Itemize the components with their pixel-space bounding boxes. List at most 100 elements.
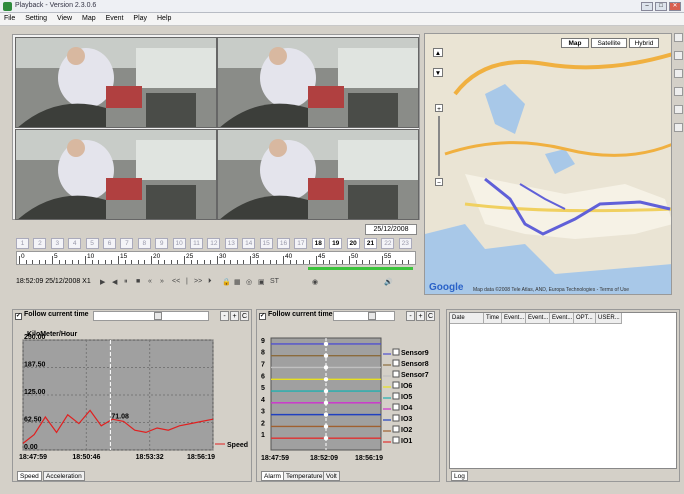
log-table[interactable]: Date Time Event... Event... Event... OPT... US…	[449, 312, 677, 469]
frame-button[interactable]: |	[186, 278, 188, 285]
tool-icon-4[interactable]	[674, 87, 683, 96]
menu-setting[interactable]: Setting	[21, 13, 51, 22]
st-button[interactable]: ST	[270, 278, 279, 285]
day-button[interactable]: 20	[346, 238, 360, 249]
play-button[interactable]: ▶	[100, 278, 105, 286]
map-type-hybrid[interactable]: Hybrid	[629, 38, 659, 48]
google-logo: Google	[429, 282, 464, 293]
menu-help[interactable]: Help	[153, 13, 175, 22]
log-column-header[interactable]: Event...	[550, 313, 574, 324]
io-time-scrollbar[interactable]	[333, 311, 395, 321]
grid-icon[interactable]: ▦	[234, 278, 241, 286]
zoom-minus-button[interactable]: -	[406, 311, 415, 321]
map-pane[interactable]: Map Satellite Hybrid ▲ ▼ + − Google Map …	[424, 33, 672, 295]
step-back-button[interactable]: <<	[172, 278, 180, 285]
record-icon[interactable]: ◉	[312, 278, 318, 286]
log-column-header[interactable]: Time	[484, 313, 502, 324]
zoom-slider[interactable]	[438, 116, 440, 176]
next-button[interactable]: ⏵	[208, 278, 212, 286]
tool-icon-3[interactable]	[674, 69, 683, 78]
day-button[interactable]: 23	[398, 238, 412, 249]
day-button[interactable]: 21	[364, 238, 377, 249]
date-field[interactable]: 25/12/2008	[365, 224, 417, 235]
day-button[interactable]: 12	[207, 238, 221, 249]
slow-button[interactable]: «	[148, 278, 152, 285]
log-column-header[interactable]: Event...	[526, 313, 550, 324]
camera-view-2[interactable]	[217, 37, 419, 128]
zoom-plus-button[interactable]: +	[230, 311, 239, 321]
tab-log[interactable]: Log	[451, 471, 468, 481]
menu-event[interactable]: Event	[102, 13, 128, 22]
scroll-thumb[interactable]	[154, 312, 162, 320]
log-column-header[interactable]: Event...	[502, 313, 526, 324]
zoom-out-button[interactable]: −	[435, 178, 443, 187]
close-button[interactable]: ✕	[669, 2, 681, 11]
day-button[interactable]: 3	[50, 238, 64, 249]
step-forward-button[interactable]: >>	[194, 278, 202, 285]
log-column-header[interactable]: OPT...	[574, 313, 596, 324]
pan-down-button[interactable]: ▼	[433, 68, 443, 77]
follow-checkbox[interactable]: ✓	[259, 313, 266, 320]
y-tick-label: 250.00	[24, 334, 46, 341]
day-button[interactable]: 10	[172, 238, 186, 249]
camera-view-4[interactable]	[217, 129, 419, 220]
day-button[interactable]: 7	[120, 238, 134, 249]
tool-icon-5[interactable]	[674, 105, 683, 114]
tool-icon-6[interactable]	[674, 123, 683, 132]
maximize-button[interactable]: □	[655, 2, 667, 11]
tab-speed[interactable]: Speed	[17, 471, 42, 481]
volume-icon[interactable]: 🔊	[384, 278, 393, 286]
menu-play[interactable]: Play	[129, 13, 151, 22]
day-button[interactable]: 8	[137, 238, 151, 249]
log-column-header[interactable]: USER...	[596, 313, 622, 324]
ring-icon[interactable]: ◎	[246, 278, 252, 286]
lock-icon[interactable]: 🔒	[222, 278, 231, 286]
minimize-button[interactable]: –	[641, 2, 653, 11]
tool-icon-2[interactable]	[674, 51, 683, 60]
day-button[interactable]: 6	[103, 238, 116, 249]
day-button[interactable]: 22	[381, 238, 395, 249]
timeline-ruler[interactable]: 0 5 10 15 20 25 30 35 40 45 50 55	[16, 251, 416, 265]
zoom-reset-button[interactable]: C	[426, 311, 435, 321]
day-button[interactable]: 16	[277, 238, 290, 249]
log-column-header[interactable]: Date	[450, 313, 484, 324]
pan-up-button[interactable]: ▲	[433, 48, 443, 57]
tab-temperature[interactable]: Temperature	[283, 471, 326, 481]
tab-alarm[interactable]: Alarm	[261, 471, 284, 481]
fast-button[interactable]: »	[160, 278, 164, 285]
snapshot-icon[interactable]: ▣	[258, 278, 265, 286]
speed-time-scrollbar[interactable]	[93, 311, 209, 321]
menu-view[interactable]: View	[53, 13, 76, 22]
day-button[interactable]: 19	[329, 238, 343, 249]
camera-view-3[interactable]	[15, 129, 217, 220]
scroll-thumb[interactable]	[368, 312, 376, 320]
camera-view-1[interactable]	[15, 37, 217, 128]
day-button[interactable]: 17	[294, 238, 308, 249]
tool-icon-1[interactable]	[674, 33, 683, 42]
reverse-button[interactable]: ◀	[112, 278, 117, 286]
day-button[interactable]: 2	[33, 238, 47, 249]
stop-button[interactable]: ■	[136, 278, 140, 285]
day-button[interactable]: 4	[68, 238, 82, 249]
zoom-minus-button[interactable]: -	[220, 311, 229, 321]
zoom-in-button[interactable]: +	[435, 104, 443, 113]
day-button[interactable]: 14	[242, 238, 256, 249]
day-button[interactable]: 11	[190, 238, 203, 249]
legend-entry: IO1	[401, 438, 412, 445]
menu-file[interactable]: File	[0, 13, 19, 22]
follow-checkbox[interactable]: ✓	[15, 313, 22, 320]
pause-button[interactable]: ⏸	[124, 278, 128, 286]
map-type-satellite[interactable]: Satellite	[591, 38, 627, 48]
day-button[interactable]: 15	[259, 238, 273, 249]
day-button[interactable]: 1	[16, 238, 29, 249]
day-button[interactable]: 18	[311, 238, 325, 249]
zoom-reset-button[interactable]: C	[240, 311, 249, 321]
day-button[interactable]: 5	[85, 238, 99, 249]
map-type-map[interactable]: Map	[561, 38, 589, 48]
menu-map[interactable]: Map	[78, 13, 100, 22]
zoom-plus-button[interactable]: +	[416, 311, 425, 321]
tab-volt[interactable]: Volt	[323, 471, 340, 481]
day-button[interactable]: 13	[224, 238, 238, 249]
tab-acceleration[interactable]: Acceleration	[43, 471, 85, 481]
day-button[interactable]: 9	[155, 238, 169, 249]
